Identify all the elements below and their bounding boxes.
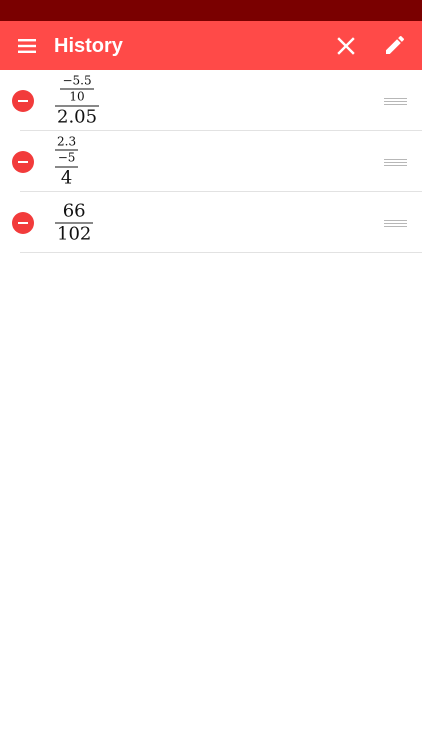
page-title: History: [54, 35, 123, 57]
status-bar: [0, 0, 422, 21]
nested-denominator: 10: [69, 89, 85, 103]
menu-button[interactable]: [15, 34, 39, 58]
delete-item-button[interactable]: [12, 89, 34, 112]
denominator: 4: [60, 167, 73, 188]
history-item: 2.3 −5 4: [0, 131, 422, 192]
nested-numerator: −5.5: [62, 73, 92, 87]
history-expression[interactable]: 2.3 −5 4: [55, 134, 79, 188]
fraction: 66 102: [55, 200, 94, 244]
close-icon: [337, 37, 355, 55]
close-button[interactable]: [334, 34, 358, 58]
app-bar: History: [0, 21, 422, 70]
history-item: 66 102: [0, 192, 422, 253]
minus-icon: [18, 99, 28, 102]
numerator: 66: [62, 200, 86, 221]
pencil-icon: [386, 35, 405, 54]
drag-handle[interactable]: [384, 97, 407, 105]
drag-handle[interactable]: [384, 158, 407, 166]
drag-handle[interactable]: [384, 219, 407, 227]
history-list: −5.5 10 2.05 2.3 −5 4 66 102: [0, 70, 422, 253]
divider: [20, 252, 422, 253]
edit-button[interactable]: [383, 33, 407, 57]
denominator: 102: [57, 223, 92, 244]
history-expression[interactable]: −5.5 10 2.05: [55, 73, 100, 127]
nested-fraction: −5.5 10: [60, 73, 94, 103]
delete-item-button[interactable]: [12, 150, 34, 173]
delete-item-button[interactable]: [12, 211, 34, 234]
nested-denominator: −5: [57, 150, 76, 164]
minus-icon: [18, 160, 28, 163]
history-expression[interactable]: 66 102: [55, 200, 94, 244]
denominator: 2.05: [57, 106, 98, 127]
fraction: −5.5 10 2.05: [55, 73, 100, 127]
nested-fraction: 2.3 −5: [55, 134, 79, 164]
minus-icon: [18, 221, 28, 224]
history-item: −5.5 10 2.05: [0, 70, 422, 131]
nested-numerator: 2.3: [57, 134, 77, 148]
fraction: 2.3 −5 4: [55, 134, 79, 188]
hamburger-menu-icon: [18, 39, 36, 53]
